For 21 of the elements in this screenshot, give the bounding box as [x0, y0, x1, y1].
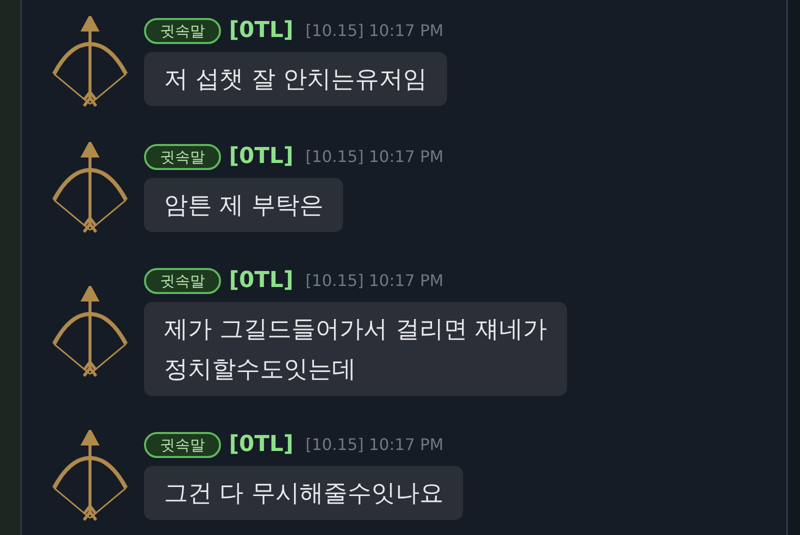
whisper-badge: 귓속말	[144, 18, 221, 44]
bow-and-arrow-icon	[50, 142, 130, 234]
sender-name: [0TL]	[229, 268, 294, 294]
message-text: 정치할수도잇는데	[164, 354, 357, 385]
timestamp: [10.15] 10:17 PM	[305, 146, 444, 168]
sender-name: [0TL]	[229, 144, 294, 170]
timestamp: [10.15] 10:17 PM	[305, 270, 444, 292]
sender-name: [0TL]	[229, 18, 294, 44]
whisper-badge: 귓속말	[144, 268, 221, 294]
message-text: 저 섭챗 잘 안치는유저임	[164, 64, 427, 95]
message-text: 암튼 제 부탁은	[164, 190, 324, 221]
whisper-badge: 귓속말	[144, 144, 221, 170]
sender-name: [0TL]	[229, 432, 294, 458]
timestamp: [10.15] 10:17 PM	[305, 20, 444, 42]
message-text: 그건 다 무시해줄수잇나요	[164, 478, 444, 509]
bow-and-arrow-icon	[50, 16, 130, 108]
bow-and-arrow-icon	[50, 430, 130, 522]
timestamp: [10.15] 10:17 PM	[305, 434, 444, 456]
bow-and-arrow-icon	[50, 286, 130, 378]
whisper-badge: 귓속말	[144, 432, 221, 458]
message-text: 제가 그길드들어가서 걸리면 쟤네가	[164, 314, 547, 345]
